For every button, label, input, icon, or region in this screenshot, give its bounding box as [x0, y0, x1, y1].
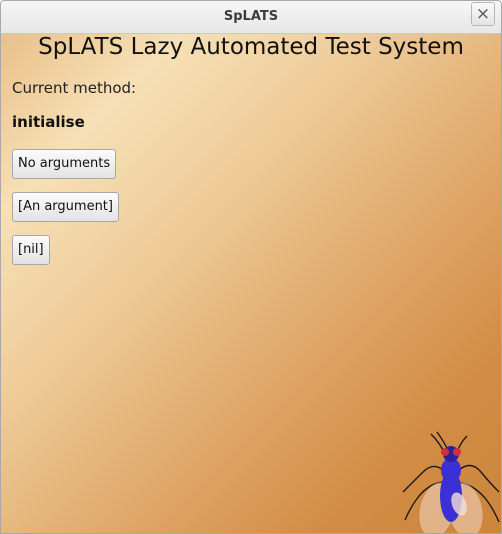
close-button[interactable]: ×: [471, 2, 495, 26]
fly-icon: [402, 431, 500, 533]
app-window: SpLATS × SpLATS Lazy Automated Test Syst…: [0, 0, 502, 534]
no-arguments-button[interactable]: No arguments: [12, 149, 117, 179]
nil-button[interactable]: [nil]: [12, 235, 50, 265]
page-title: SpLATS Lazy Automated Test System: [38, 34, 464, 60]
current-method-value: initialise: [12, 113, 85, 131]
title-bar[interactable]: SpLATS ×: [1, 1, 501, 34]
main-panel: SpLATS Lazy Automated Test System Curren…: [1, 34, 501, 533]
close-icon: ×: [475, 3, 491, 24]
current-method-label: Current method:: [12, 79, 137, 97]
window-title: SpLATS: [223, 9, 279, 24]
an-argument-button[interactable]: [An argument]: [12, 192, 119, 222]
